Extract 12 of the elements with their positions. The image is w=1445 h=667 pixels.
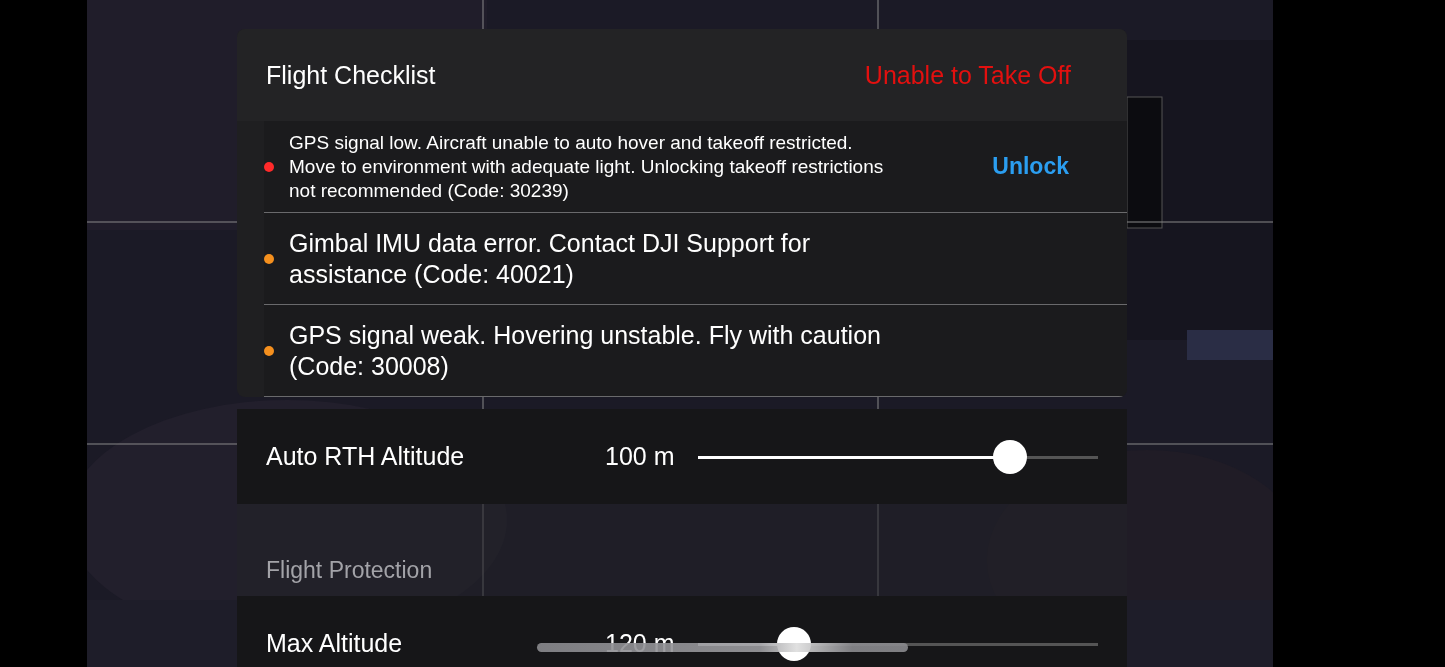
takeoff-status: Unable to Take Off [864,60,1071,90]
checklist-title: Flight Checklist [266,60,436,90]
setting-value: 100 m [605,442,676,471]
slider-thumb[interactable] [993,439,1027,474]
slider[interactable] [698,439,1098,474]
warning-message: Gimbal IMU data error. Contact DJI Support for assistance (Code: 40021) [289,227,812,290]
unlock-button[interactable]: Unlock [992,153,1069,180]
setting-label: Max Altitude [266,629,404,658]
section-heading: Flight Protection [266,556,433,584]
warning-message: GPS signal weak. Hovering unstable. Fly with caution (Code: 30008) [289,319,882,382]
setting-label: Auto RTH Altitude [266,442,466,471]
warning-message: GPS signal low. Aircraft unable to auto hover and takeoff restricted. Move to environment with adequate light. Unlocking takeoff restrictions not recommended (Code: 30239) [289,130,885,203]
